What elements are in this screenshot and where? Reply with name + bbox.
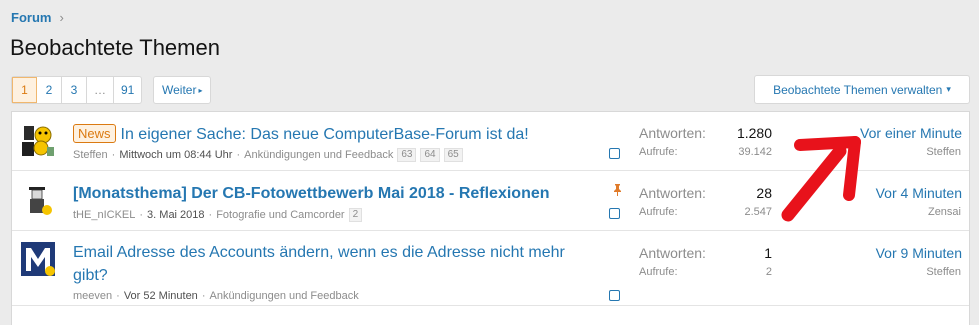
pagination: 1 2 3 … 91	[11, 76, 143, 104]
thread-title[interactable]: Email Adresse des Accounts ändern, wenn …	[73, 242, 565, 286]
thread-title[interactable]: News In eigener Sache: Das neue ComputerB…	[73, 124, 529, 145]
thread-page-link[interactable]: 2	[348, 208, 363, 222]
thread-forum[interactable]: Ankündigungen und Feedback	[244, 149, 393, 161]
chevron-down-icon: ▾	[946, 84, 951, 94]
avatar[interactable]	[21, 183, 55, 217]
select-checkbox[interactable]	[609, 148, 620, 159]
manage-watched-threads-label: Beobachtete Themen verwalten	[773, 82, 943, 97]
thread-title-line-2[interactable]: gibt?	[73, 265, 565, 286]
thread-row: Email Adresse des Accounts ändern, wenn …	[12, 231, 969, 306]
replies-count: 1	[764, 245, 772, 261]
next-page-button[interactable]: Weiter ▸	[153, 76, 212, 104]
page-title: Beobachtete Themen	[10, 35, 220, 60]
thread-forum[interactable]: Ankündigungen und Feedback	[209, 290, 358, 302]
avatar[interactable]	[21, 242, 55, 276]
views-count: 2	[765, 266, 772, 278]
thread-date[interactable]: Mittwoch um 08:44 Uhr	[119, 149, 232, 161]
breadcrumb: Forum ›	[11, 10, 64, 25]
thread-author[interactable]: Steffen	[73, 149, 108, 161]
views-count: 2.547	[744, 206, 772, 218]
views-count: 39.142	[738, 146, 772, 158]
page-2-link[interactable]: 2	[37, 77, 62, 103]
page-1-link[interactable]: 1	[12, 77, 37, 103]
last-post-time[interactable]: Vor 4 Minuten	[876, 185, 962, 201]
thread-author[interactable]: tHE_nICKEL	[73, 209, 135, 221]
thread-title-text[interactable]: In eigener Sache: Das neue ComputerBase-…	[121, 126, 529, 143]
thread-page-link[interactable]: 64	[420, 148, 440, 162]
avatar[interactable]	[21, 124, 55, 158]
breadcrumb-forum-link[interactable]: Forum	[11, 10, 51, 25]
thread-forum[interactable]: Fotografie und Camcorder	[216, 209, 344, 221]
replies-label: Antworten:	[639, 125, 706, 141]
thread-meta: tHE_nICKEL · 3. Mai 2018 · Fotografie un…	[73, 208, 363, 222]
last-post-time[interactable]: Vor 9 Minuten	[876, 245, 962, 261]
next-page-label: Weiter	[162, 83, 197, 97]
last-post-user[interactable]: Zensai	[928, 206, 961, 218]
replies-count: 1.280	[736, 125, 772, 141]
thread-title-line-1[interactable]: Email Adresse des Accounts ändern, wenn …	[73, 242, 565, 263]
replies-label: Antworten:	[639, 245, 706, 261]
pin-icon	[614, 184, 621, 196]
thread-date[interactable]: Vor 52 Minuten	[124, 290, 198, 302]
thread-page-link[interactable]: 63	[397, 148, 417, 162]
thread-author[interactable]: meeven	[73, 290, 112, 302]
select-checkbox[interactable]	[609, 208, 620, 219]
views-label: Aufrufe:	[639, 146, 678, 158]
thread-row: News In eigener Sache: Das neue ComputerB…	[12, 112, 969, 171]
page-91-link[interactable]: 91	[114, 77, 141, 103]
thread-row: [Monatsthema] Der CB-Fotowettbewerb Mai …	[12, 171, 969, 231]
caret-right-icon: ▸	[198, 85, 203, 95]
views-label: Aufrufe:	[639, 206, 678, 218]
last-post-user[interactable]: Steffen	[926, 146, 961, 158]
thread-meta: Steffen · Mittwoch um 08:44 Uhr · Ankünd…	[73, 148, 463, 162]
thread-list: News In eigener Sache: Das neue ComputerB…	[11, 111, 970, 325]
manage-watched-threads-button[interactable]: Beobachtete Themen verwalten ▾	[754, 75, 970, 104]
last-post-time[interactable]: Vor einer Minute	[860, 125, 962, 141]
thread-meta: meeven · Vor 52 Minuten · Ankündigungen …	[73, 290, 359, 302]
thread-date[interactable]: 3. Mai 2018	[147, 209, 204, 221]
replies-count: 28	[756, 185, 772, 201]
views-label: Aufrufe:	[639, 266, 678, 278]
last-post-user[interactable]: Steffen	[926, 266, 961, 278]
replies-label: Antworten:	[639, 185, 706, 201]
breadcrumb-separator-icon: ›	[59, 10, 64, 25]
thread-title[interactable]: [Monatsthema] Der CB-Fotowettbewerb Mai …	[73, 183, 550, 204]
page-skip-button[interactable]: …	[87, 77, 114, 103]
select-checkbox[interactable]	[609, 290, 620, 301]
thread-page-link[interactable]: 65	[443, 148, 463, 162]
page-3-link[interactable]: 3	[62, 77, 87, 103]
news-badge: News	[73, 124, 116, 143]
